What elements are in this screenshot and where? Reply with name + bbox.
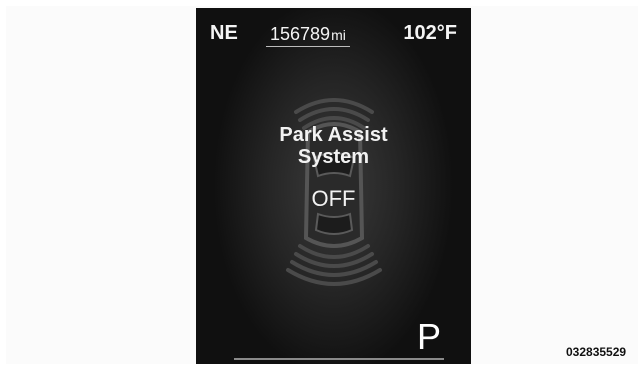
bottom-divider — [234, 358, 444, 360]
message-title-line2: System — [297, 146, 370, 168]
rear-sensor-arcs-icon — [286, 244, 382, 286]
figure-code: 032835529 — [566, 345, 627, 359]
message-status: OFF — [311, 186, 356, 211]
park-assist-message: Park Assist System OFF — [196, 124, 471, 212]
message-title: Park Assist System — [196, 124, 471, 168]
message-title-line1: Park Assist — [279, 124, 388, 146]
gear-indicator: P — [416, 316, 441, 357]
instrument-cluster-display: NE 156789mi 102°F Park Assist System OFF… — [196, 8, 471, 364]
rear-window-icon — [314, 212, 354, 235]
